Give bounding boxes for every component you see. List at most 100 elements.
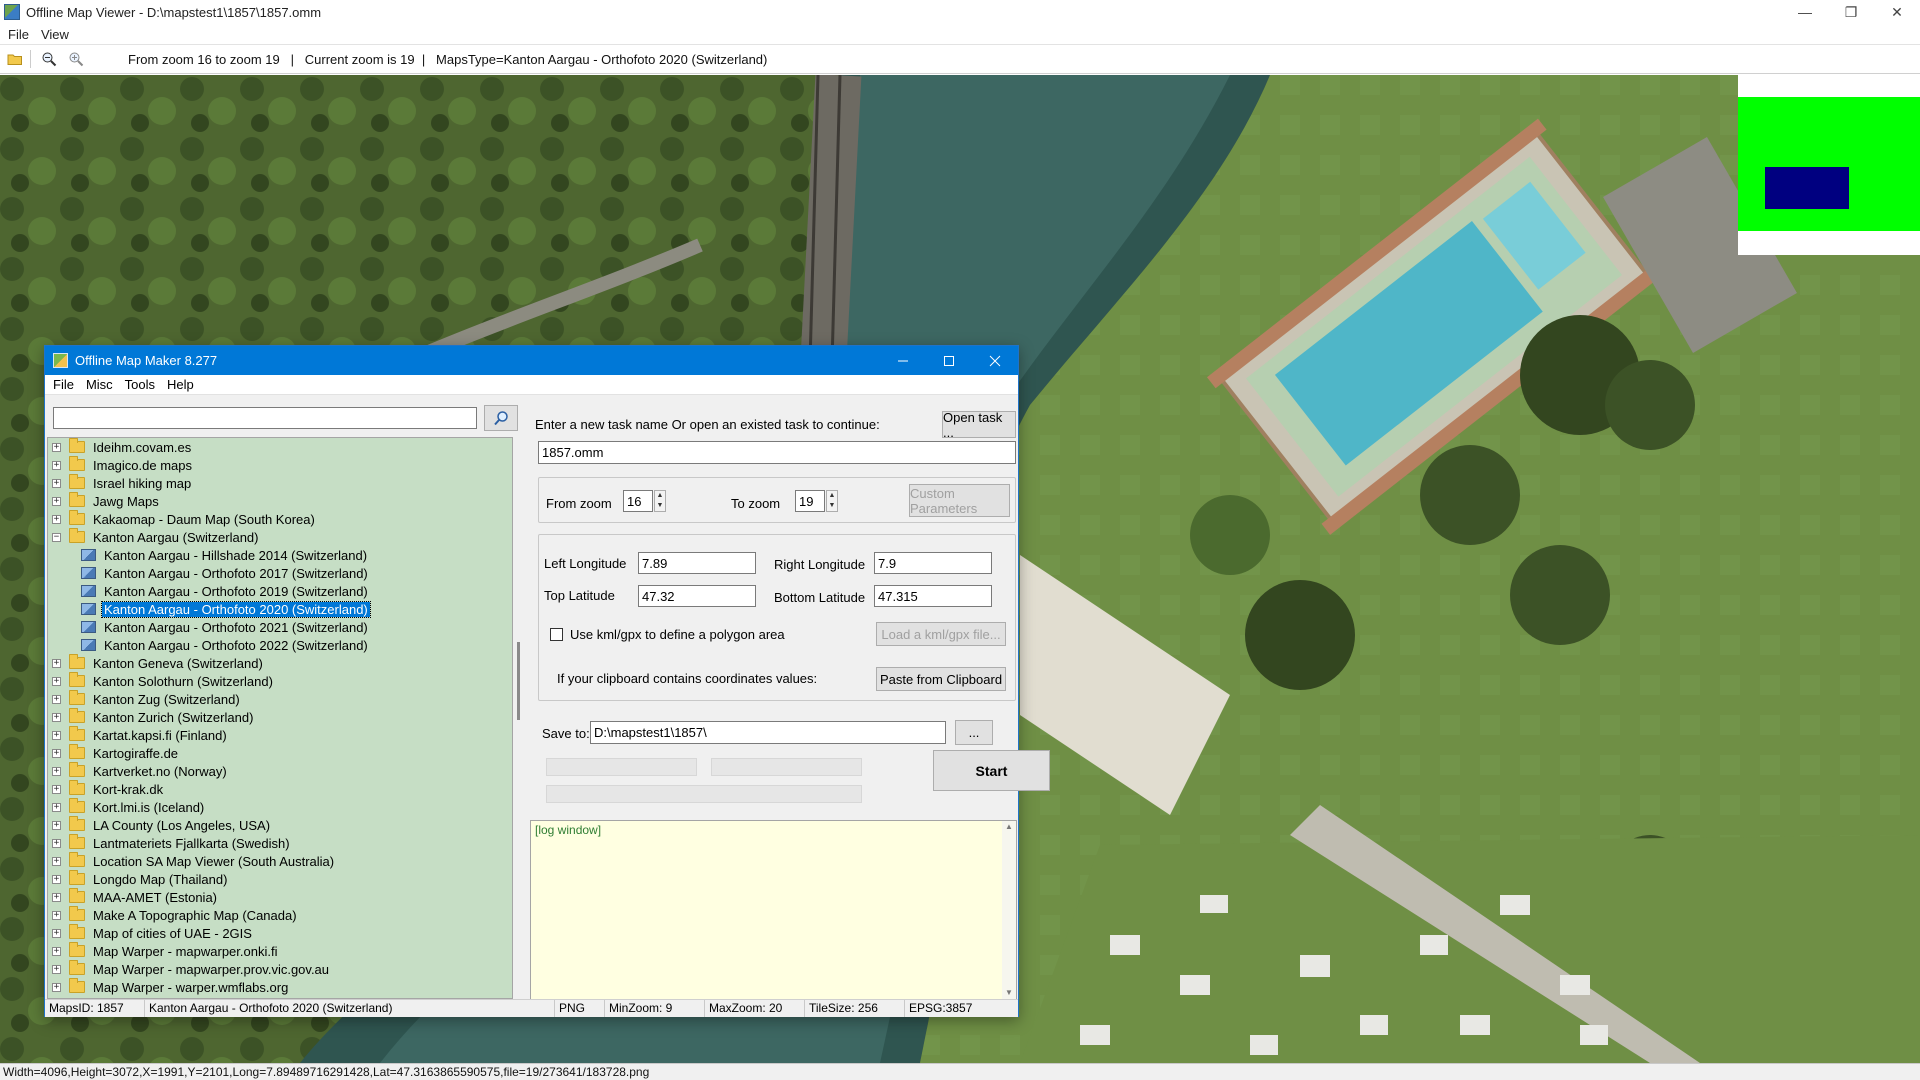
expand-icon[interactable]: + [52, 982, 61, 992]
expand-icon[interactable]: + [52, 766, 61, 776]
expand-icon[interactable]: + [52, 928, 61, 938]
from-zoom-field[interactable]: 16 [623, 490, 653, 512]
map-source-tree[interactable]: + Ideihm.covam.es + Imagico.de maps + Israel … [47, 437, 513, 999]
tree-folder-item[interactable]: + Kartverket.no (Norway) [48, 762, 512, 780]
use-kml-checkbox[interactable] [550, 628, 563, 641]
minimize-button[interactable]: — [1782, 0, 1828, 24]
tree-folder-item[interactable]: + Kort.lmi.is (Iceland) [48, 798, 512, 816]
dialog-menu-tools[interactable]: Tools [119, 377, 161, 392]
tree-map-item[interactable]: Kanton Aargau - Orthofoto 2017 (Switzerl… [48, 564, 512, 582]
tree-folder-item[interactable]: + Lantmateriets Fjallkarta (Swedish) [48, 834, 512, 852]
expand-icon[interactable]: + [52, 676, 61, 686]
tree-folder-item[interactable]: + Kakaomap - Daum Map (South Korea) [48, 510, 512, 528]
paste-from-clipboard-button[interactable]: Paste from Clipboard [876, 667, 1006, 691]
expand-icon[interactable]: + [52, 820, 61, 830]
spin-down-icon[interactable]: ▼ [827, 501, 837, 511]
log-scrollbar[interactable]: ▲ ▼ [1002, 821, 1016, 999]
tree-folder-item[interactable]: + Kanton Geneva (Switzerland) [48, 654, 512, 672]
tree-map-item[interactable]: Kanton Aargau - Orthofoto 2020 (Switzerl… [48, 600, 512, 618]
expand-icon[interactable]: + [52, 784, 61, 794]
tree-map-item[interactable]: Kanton Aargau - Hillshade 2014 (Switzerl… [48, 546, 512, 564]
tree-folder-item[interactable]: + Israel hiking map [48, 474, 512, 492]
browse-button[interactable]: ... [955, 720, 993, 745]
task-name-field[interactable]: 1857.omm [538, 441, 1016, 464]
minimap-current-view[interactable] [1765, 167, 1849, 209]
spin-up-icon[interactable]: ▲ [655, 491, 665, 501]
tree-folder-item[interactable]: + Imagico.de maps [48, 456, 512, 474]
expand-icon[interactable]: + [52, 730, 61, 740]
tree-folder-item[interactable]: + Kartat.kapsi.fi (Finland) [48, 726, 512, 744]
expand-icon[interactable]: + [52, 856, 61, 866]
to-zoom-field[interactable]: 19 [795, 490, 825, 512]
expand-icon[interactable]: + [52, 964, 61, 974]
menu-view[interactable]: View [35, 27, 75, 42]
search-button[interactable] [484, 405, 518, 431]
expand-icon[interactable]: + [52, 802, 61, 812]
tree-map-item[interactable]: Kanton Aargau - Orthofoto 2022 (Switzerl… [48, 636, 512, 654]
log-window[interactable]: [log window] ▲ ▼ [530, 820, 1017, 1000]
collapse-icon[interactable]: − [52, 532, 61, 542]
dialog-minimize-button[interactable] [880, 346, 926, 375]
tree-folder-item[interactable]: − Kanton Aargau (Switzerland) [48, 528, 512, 546]
spin-up-icon[interactable]: ▲ [827, 491, 837, 501]
left-longitude-field[interactable]: 7.89 [638, 552, 756, 574]
tree-folder-item[interactable]: + Jawg Maps [48, 492, 512, 510]
dialog-menu-file[interactable]: File [47, 377, 80, 392]
tree-folder-item[interactable]: + Kartogiraffe.de [48, 744, 512, 762]
dialog-menu-misc[interactable]: Misc [80, 377, 119, 392]
close-button[interactable]: ✕ [1874, 0, 1920, 24]
tree-folder-item[interactable]: + Longdo Map (Thailand) [48, 870, 512, 888]
start-button[interactable]: Start [933, 750, 1050, 791]
tree-folder-item[interactable]: + Kanton Solothurn (Switzerland) [48, 672, 512, 690]
expand-icon[interactable]: + [52, 910, 61, 920]
tree-folder-item[interactable]: + Map of cities of UAE - 2GIS [48, 924, 512, 942]
scroll-down-icon[interactable]: ▼ [1002, 987, 1016, 999]
tree-folder-item[interactable]: + Location SA Map Viewer (South Australia… [48, 852, 512, 870]
tree-folder-item[interactable]: + Kanton Zurich (Switzerland) [48, 708, 512, 726]
from-zoom-spinner[interactable]: ▲ ▼ [654, 490, 666, 512]
dialog-close-button[interactable] [972, 346, 1018, 375]
open-folder-button[interactable] [3, 47, 27, 71]
to-zoom-spinner[interactable]: ▲ ▼ [826, 490, 838, 512]
overview-minimap[interactable] [1738, 75, 1920, 255]
tree-folder-item[interactable]: + Map Warper - mapwarper.onki.fi [48, 942, 512, 960]
expand-icon[interactable]: + [52, 712, 61, 722]
expand-icon[interactable]: + [52, 946, 61, 956]
expand-icon[interactable]: + [52, 442, 61, 452]
custom-parameters-button[interactable]: Custom Parameters [909, 484, 1010, 517]
pane-splitter[interactable] [523, 397, 526, 999]
expand-icon[interactable]: + [52, 694, 61, 704]
expand-icon[interactable]: + [52, 658, 61, 668]
map-search-input[interactable] [53, 407, 477, 429]
tree-folder-item[interactable]: + Ideihm.covam.es [48, 438, 512, 456]
tree-folder-item[interactable]: + Make A Topographic Map (Canada) [48, 906, 512, 924]
dialog-menu-help[interactable]: Help [161, 377, 200, 392]
expand-icon[interactable]: + [52, 874, 61, 884]
tree-folder-item[interactable]: + MAA-AMET (Estonia) [48, 888, 512, 906]
expand-icon[interactable]: + [52, 496, 61, 506]
save-path-field[interactable]: D:\mapstest1\1857\ [590, 721, 946, 744]
top-latitude-field[interactable]: 47.32 [638, 585, 756, 607]
tree-folder-item[interactable]: + Kort-krak.dk [48, 780, 512, 798]
expand-icon[interactable]: + [52, 838, 61, 848]
open-task-button[interactable]: Open task ... [942, 410, 1016, 440]
tree-folder-item[interactable]: + Map Warper - mapwarper.prov.vic.gov.au [48, 960, 512, 978]
zoom-out-button[interactable] [37, 47, 61, 71]
expand-icon[interactable]: + [52, 460, 61, 470]
bottom-latitude-field[interactable]: 47.315 [874, 585, 992, 607]
tree-map-item[interactable]: Kanton Aargau - Orthofoto 2021 (Switzerl… [48, 618, 512, 636]
tree-folder-item[interactable]: + Map Warper - warper.wmflabs.org [48, 978, 512, 996]
menu-file[interactable]: File [2, 27, 35, 42]
tree-map-item[interactable]: Kanton Aargau - Orthofoto 2019 (Switzerl… [48, 582, 512, 600]
scroll-up-icon[interactable]: ▲ [1002, 821, 1016, 833]
expand-icon[interactable]: + [52, 514, 61, 524]
load-kml-button[interactable]: Load a kml/gpx file... [876, 622, 1006, 646]
tree-scrollbar-thumb[interactable] [517, 642, 520, 720]
expand-icon[interactable]: + [52, 892, 61, 902]
restore-button[interactable]: ❐ [1828, 0, 1874, 24]
zoom-in-button[interactable] [64, 47, 88, 71]
dialog-maximize-button[interactable] [926, 346, 972, 375]
expand-icon[interactable]: + [52, 748, 61, 758]
right-longitude-field[interactable]: 7.9 [874, 552, 992, 574]
spin-down-icon[interactable]: ▼ [655, 501, 665, 511]
